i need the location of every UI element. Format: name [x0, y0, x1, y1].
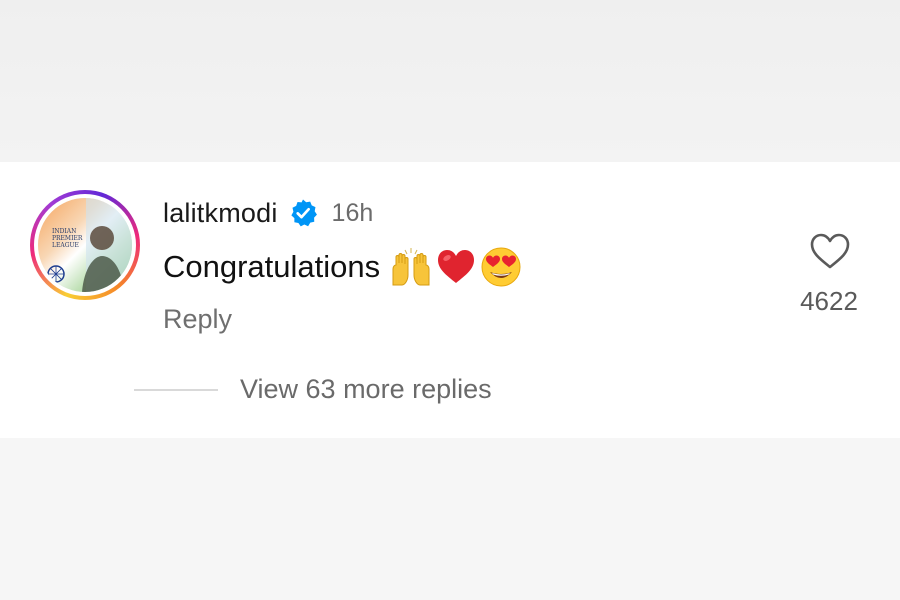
- like-count: 4622: [800, 286, 858, 316]
- comment-text: Congratulations: [163, 249, 381, 284]
- page-background: INDIAN PREMIER LEAGUE lalitkmodi 16h Con…: [0, 0, 900, 600]
- timestamp: 16h: [331, 198, 374, 227]
- raising-hands-emoji-icon: [392, 248, 430, 286]
- username-link[interactable]: lalitkmodi: [163, 198, 278, 229]
- story-ring[interactable]: INDIAN PREMIER LEAGUE: [30, 190, 140, 300]
- view-more-replies-button[interactable]: View 63 more replies: [240, 374, 492, 405]
- comment-header: lalitkmodi 16h: [163, 196, 373, 230]
- heart-outline-icon[interactable]: [809, 232, 851, 270]
- red-heart-emoji-icon: [438, 250, 475, 283]
- emoji-group: [390, 246, 526, 288]
- reply-button[interactable]: Reply: [163, 304, 232, 335]
- comment-card: INDIAN PREMIER LEAGUE lalitkmodi 16h Con…: [0, 162, 900, 438]
- comment-body: Congratulations: [163, 246, 526, 288]
- replies-divider: [134, 389, 218, 391]
- heart-eyes-emoji-icon: [481, 247, 521, 287]
- avatar[interactable]: INDIAN PREMIER LEAGUE: [38, 198, 132, 292]
- verified-badge-icon: [290, 199, 317, 227]
- avatar-logo-text: INDIAN PREMIER LEAGUE: [52, 228, 83, 249]
